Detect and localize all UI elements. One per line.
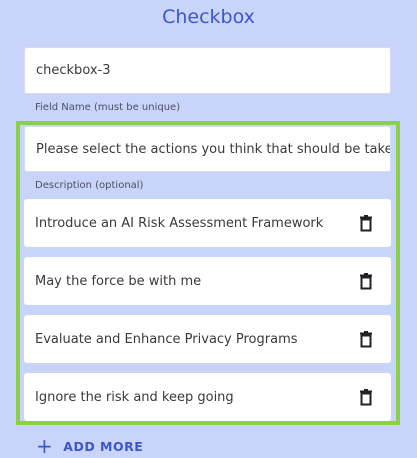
trash-icon[interactable] [357,330,375,348]
option-label[interactable]: Introduce an AI Risk Assessment Framewor… [35,216,323,231]
description-input[interactable]: Please select the actions you think that… [24,126,391,172]
trash-icon[interactable] [357,388,375,406]
option-label[interactable]: Ignore the risk and keep going [35,390,234,405]
add-more-label: ADD MORE [63,438,144,454]
option-row[interactable]: Introduce an AI Risk Assessment Framewor… [24,199,391,247]
trash-icon[interactable] [357,214,375,232]
field-name-input[interactable]: checkbox-3 [24,47,391,94]
trash-icon[interactable] [357,272,375,290]
panel-title: Checkbox [162,6,255,28]
option-row[interactable]: Evaluate and Enhance Privacy Programs [24,315,391,363]
description-helper: Description (optional) [35,180,144,191]
option-row[interactable]: Ignore the risk and keep going [24,373,391,421]
option-label[interactable]: Evaluate and Enhance Privacy Programs [35,332,298,347]
option-row[interactable]: May the force be with me [24,257,391,305]
plus-icon: + [36,434,54,458]
option-label[interactable]: May the force be with me [35,274,201,289]
field-name-helper: Field Name (must be unique) [35,102,181,113]
add-more-button[interactable]: + ADD MORE [36,436,143,456]
